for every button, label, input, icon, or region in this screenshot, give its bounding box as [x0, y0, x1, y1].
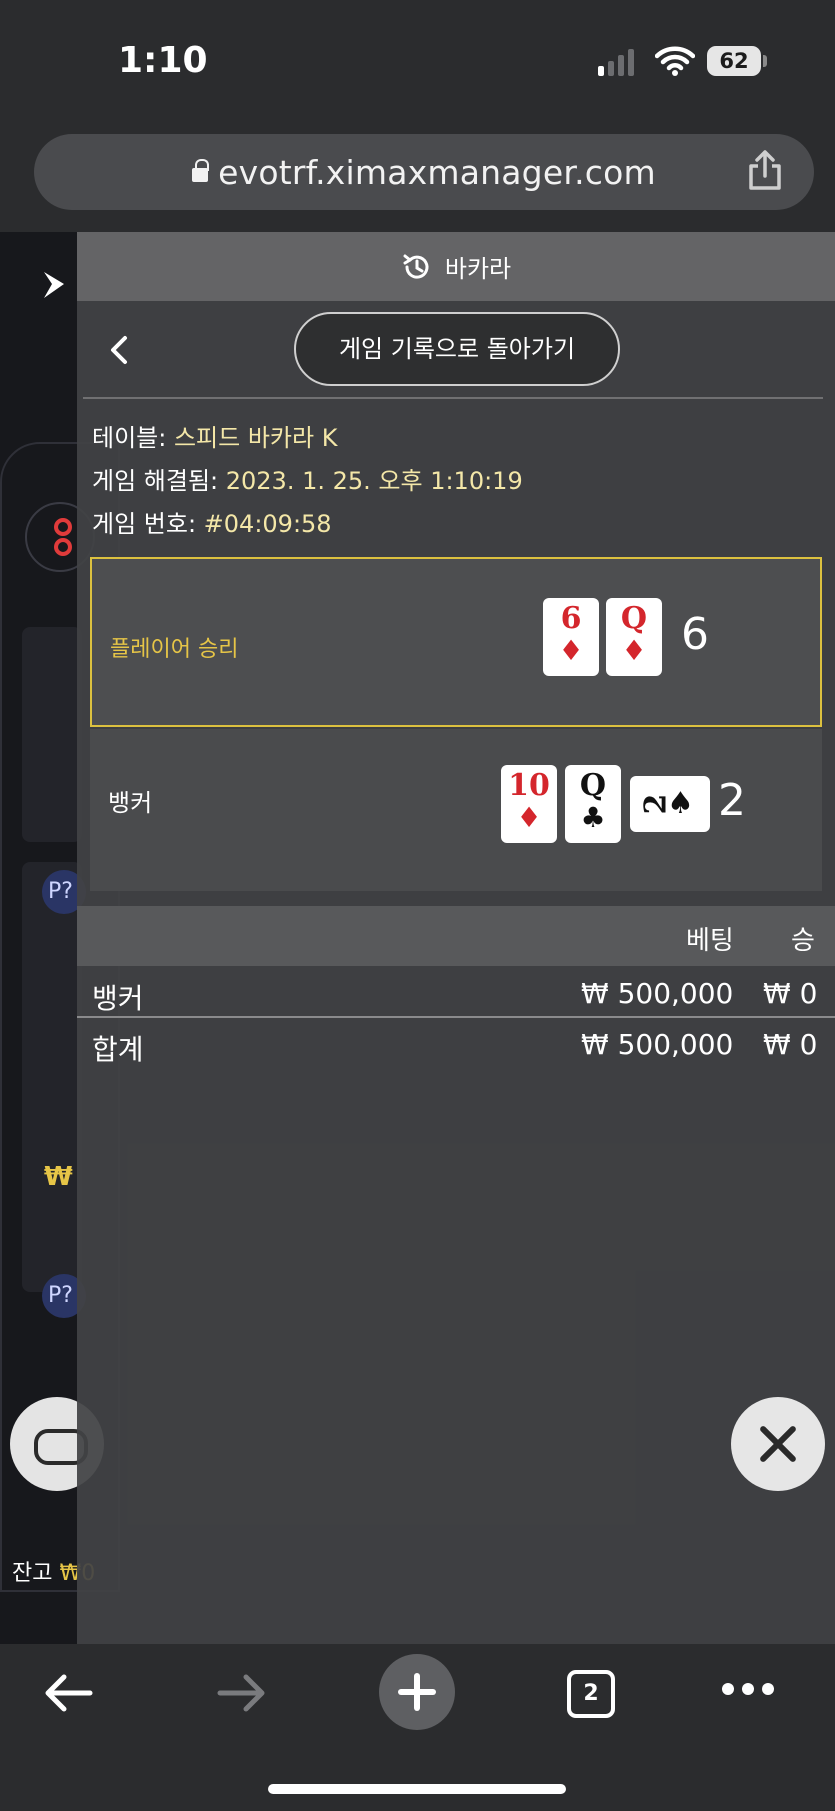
- total-win: ₩ 0: [763, 1028, 818, 1061]
- status-bar: 1:10 62: [0, 0, 835, 120]
- divider: [83, 397, 823, 399]
- column-win: 승: [791, 926, 815, 956]
- balance-label: 잔고: [12, 1561, 53, 1586]
- card-rank: Q: [620, 601, 648, 636]
- banker-label: 뱅커: [108, 789, 153, 817]
- card-suit: ♦: [516, 801, 542, 834]
- table-info: 테이블: 스피드 바카라 K: [92, 418, 337, 453]
- resolved-label: 게임 해결됨:: [92, 467, 226, 495]
- close-button[interactable]: [731, 1397, 825, 1491]
- table-label: 테이블:: [92, 424, 174, 452]
- back-arrow-icon[interactable]: [40, 1670, 96, 1716]
- forward-arrow-icon[interactable]: [214, 1670, 270, 1716]
- playing-card: 10 ♦: [501, 765, 557, 843]
- game-history-panel: 바카라 게임 기록으로 돌아가기 테이블: 스피드 바카라 K 게임 해결됨: …: [77, 232, 835, 1644]
- total-row: 합계 ₩ 500,000 ₩ 0: [77, 1020, 835, 1070]
- share-icon[interactable]: [745, 148, 785, 192]
- more-icon[interactable]: [722, 1683, 774, 1695]
- card-suit: ♦: [558, 634, 584, 667]
- panel-title-text: 바카라: [444, 255, 512, 283]
- table-row: 뱅커 ₩ 500,000 ₩ 0: [77, 969, 835, 1019]
- game-number-value: #04:09:58: [203, 510, 332, 538]
- player-win-label: 플레이어 승리: [110, 637, 239, 662]
- home-indicator: [268, 1784, 566, 1794]
- bets-table-header: 베팅 승: [77, 906, 835, 966]
- lock-icon: [192, 159, 210, 182]
- back-to-history-button[interactable]: 게임 기록으로 돌아가기: [294, 312, 620, 386]
- card-rank: Q: [579, 768, 607, 803]
- bet-amount: ₩ 500,000: [581, 977, 734, 1010]
- player-score: 6: [681, 609, 709, 660]
- panel-header: 바카라: [77, 232, 835, 301]
- battery-icon: 62: [707, 46, 761, 76]
- total-label: 합계: [92, 1033, 144, 1066]
- card-suit: ♦: [621, 634, 647, 667]
- player-result-row: 플레이어 승리 6 ♦ Q ♦ 6: [90, 557, 822, 727]
- wifi-icon: [655, 46, 695, 76]
- resolved-value: 2023. 1. 25. 오후 1:10:19: [225, 467, 523, 495]
- won-symbol: ₩: [44, 1162, 73, 1192]
- site-logo-icon: [44, 272, 64, 298]
- playing-card-sideways: 2♠: [630, 776, 710, 832]
- banker-result-row: 뱅커 10 ♦ Q ♣ 2♠ 2: [90, 729, 822, 891]
- resolved-info: 게임 해결됨: 2023. 1. 25. 오후 1:10:19: [92, 461, 523, 496]
- game-number-info: 게임 번호: #04:09:58: [92, 504, 332, 539]
- bet-name: 뱅커: [92, 982, 144, 1015]
- win-amount: ₩ 0: [763, 977, 818, 1010]
- site-card: [22, 862, 82, 1292]
- card-rank: 2: [638, 793, 674, 815]
- playing-card: Q ♦: [606, 598, 662, 676]
- banker-score: 2: [718, 775, 746, 826]
- total-bet: ₩ 500,000: [581, 1028, 734, 1061]
- panel-title: 바카라: [77, 249, 835, 286]
- cellular-signal-icon: [598, 48, 634, 76]
- battery-tip: [763, 55, 767, 67]
- card-suit: ♣: [580, 801, 606, 834]
- url-text: evotrf.ximaxmanager.com: [218, 153, 656, 192]
- url-display[interactable]: evotrf.ximaxmanager.com: [34, 153, 814, 192]
- card-rank: 10: [508, 768, 550, 803]
- column-bet: 베팅: [686, 926, 734, 956]
- new-tab-button[interactable]: [379, 1654, 455, 1730]
- playing-card: Q ♣: [565, 765, 621, 843]
- history-icon: [403, 254, 429, 279]
- tabs-button[interactable]: 2: [567, 1670, 615, 1718]
- game-number-label: 게임 번호:: [92, 510, 204, 538]
- clock: 1:10: [118, 40, 208, 81]
- playing-card: 6 ♦: [543, 598, 599, 676]
- card-rank: 6: [560, 601, 582, 636]
- site-card: [22, 627, 82, 842]
- divider: [77, 1016, 835, 1018]
- table-value: 스피드 바카라 K: [173, 424, 338, 452]
- chevron-left-icon[interactable]: [107, 332, 131, 368]
- address-bar[interactable]: evotrf.ximaxmanager.com: [34, 134, 814, 210]
